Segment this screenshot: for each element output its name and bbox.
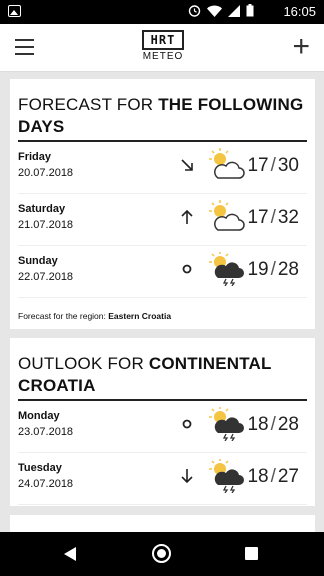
forecast-card-title: FORECAST FOR THE FOLLOWING DAYS	[18, 79, 307, 142]
temperature-range: 18/28	[247, 414, 299, 436]
day-name: Sunday	[18, 255, 58, 267]
arrow-down-icon	[181, 469, 193, 484]
back-icon[interactable]	[64, 547, 76, 561]
outlook-row[interactable]: Monday 23.07.2018 18/28	[18, 401, 307, 453]
wifi-icon	[207, 5, 222, 17]
system-nav-bar	[0, 532, 324, 576]
temp-separator: /	[270, 207, 276, 228]
outlook-row[interactable]: Tuesday 24.07.2018 18/27	[18, 453, 307, 505]
forecast-row[interactable]: Friday 20.07.2018 17/30	[18, 142, 307, 194]
day-date: 22.07.2018	[18, 271, 74, 283]
temperature-range: 17/32	[247, 207, 299, 229]
temp-min: 17	[247, 155, 269, 176]
day-date: 24.07.2018	[18, 478, 74, 490]
temp-separator: /	[270, 466, 276, 487]
home-icon[interactable]	[152, 544, 171, 563]
calm-circle-icon	[182, 264, 192, 274]
menu-icon[interactable]	[15, 39, 34, 55]
day-name: Monday	[18, 410, 60, 422]
signal-icon	[228, 4, 240, 17]
temperature-range: 19/28	[247, 259, 299, 281]
arrow-up-icon	[181, 209, 193, 224]
image-notification-icon	[8, 5, 21, 17]
temp-min: 17	[247, 207, 269, 228]
arrow-down-right-icon	[181, 159, 193, 171]
title-light: FORECAST FOR	[18, 95, 159, 114]
day-date: 21.07.2018	[18, 219, 74, 231]
temp-separator: /	[270, 259, 276, 280]
temp-min: 18	[247, 466, 269, 487]
temp-max: 27	[277, 466, 299, 487]
status-icons	[188, 4, 254, 17]
day-date: 20.07.2018	[18, 167, 74, 179]
outlook-card: OUTLOOK FOR CONTINENTAL CROATIA Monday 2…	[10, 338, 315, 506]
sun-cloud-icon	[209, 148, 245, 179]
calm-circle-icon	[182, 419, 192, 429]
temp-max: 30	[277, 155, 299, 176]
day-date: 23.07.2018	[18, 426, 74, 438]
temp-separator: /	[270, 155, 276, 176]
outlook-card-title: OUTLOOK FOR CONTINENTAL CROATIA	[18, 338, 307, 401]
temp-max: 32	[277, 207, 299, 228]
sun-storm-cloud-icon	[209, 252, 244, 286]
title-light: OUTLOOK FOR	[18, 354, 149, 373]
alarm-icon	[188, 5, 201, 17]
sun-cloud-icon	[209, 200, 245, 231]
logo-text: METEO	[142, 51, 184, 62]
forecast-row[interactable]: Sunday 22.07.2018 19/28	[18, 246, 307, 298]
status-bar: 16:05	[0, 0, 324, 24]
sun-storm-cloud-icon	[209, 407, 244, 441]
day-name: Tuesday	[18, 462, 62, 474]
sun-storm-cloud-icon	[209, 459, 244, 493]
logo-mark: HRT	[142, 30, 184, 50]
region-label: Forecast for the region:	[18, 311, 109, 321]
status-time: 16:05	[283, 4, 316, 19]
forecast-card: FORECAST FOR THE FOLLOWING DAYS Friday 2…	[10, 79, 315, 329]
region-name[interactable]: Eastern Croatia	[108, 311, 171, 321]
forecast-row[interactable]: Saturday 21.07.2018 17/32	[18, 194, 307, 246]
temp-max: 28	[277, 259, 299, 280]
add-icon[interactable]: +	[292, 32, 310, 62]
day-name: Saturday	[18, 203, 66, 215]
app-logo: HRT METEO	[140, 30, 186, 66]
app-bar: HRT METEO +	[0, 24, 324, 72]
temp-separator: /	[270, 414, 276, 435]
region-note: Forecast for the region: Eastern Croatia	[18, 311, 307, 321]
battery-icon	[246, 4, 254, 17]
temp-min: 18	[247, 414, 269, 435]
temperature-range: 18/27	[247, 466, 299, 488]
recent-apps-icon[interactable]	[245, 547, 258, 560]
temp-max: 28	[277, 414, 299, 435]
day-name: Friday	[18, 151, 52, 163]
temp-min: 19	[247, 259, 269, 280]
temperature-range: 17/30	[247, 155, 299, 177]
